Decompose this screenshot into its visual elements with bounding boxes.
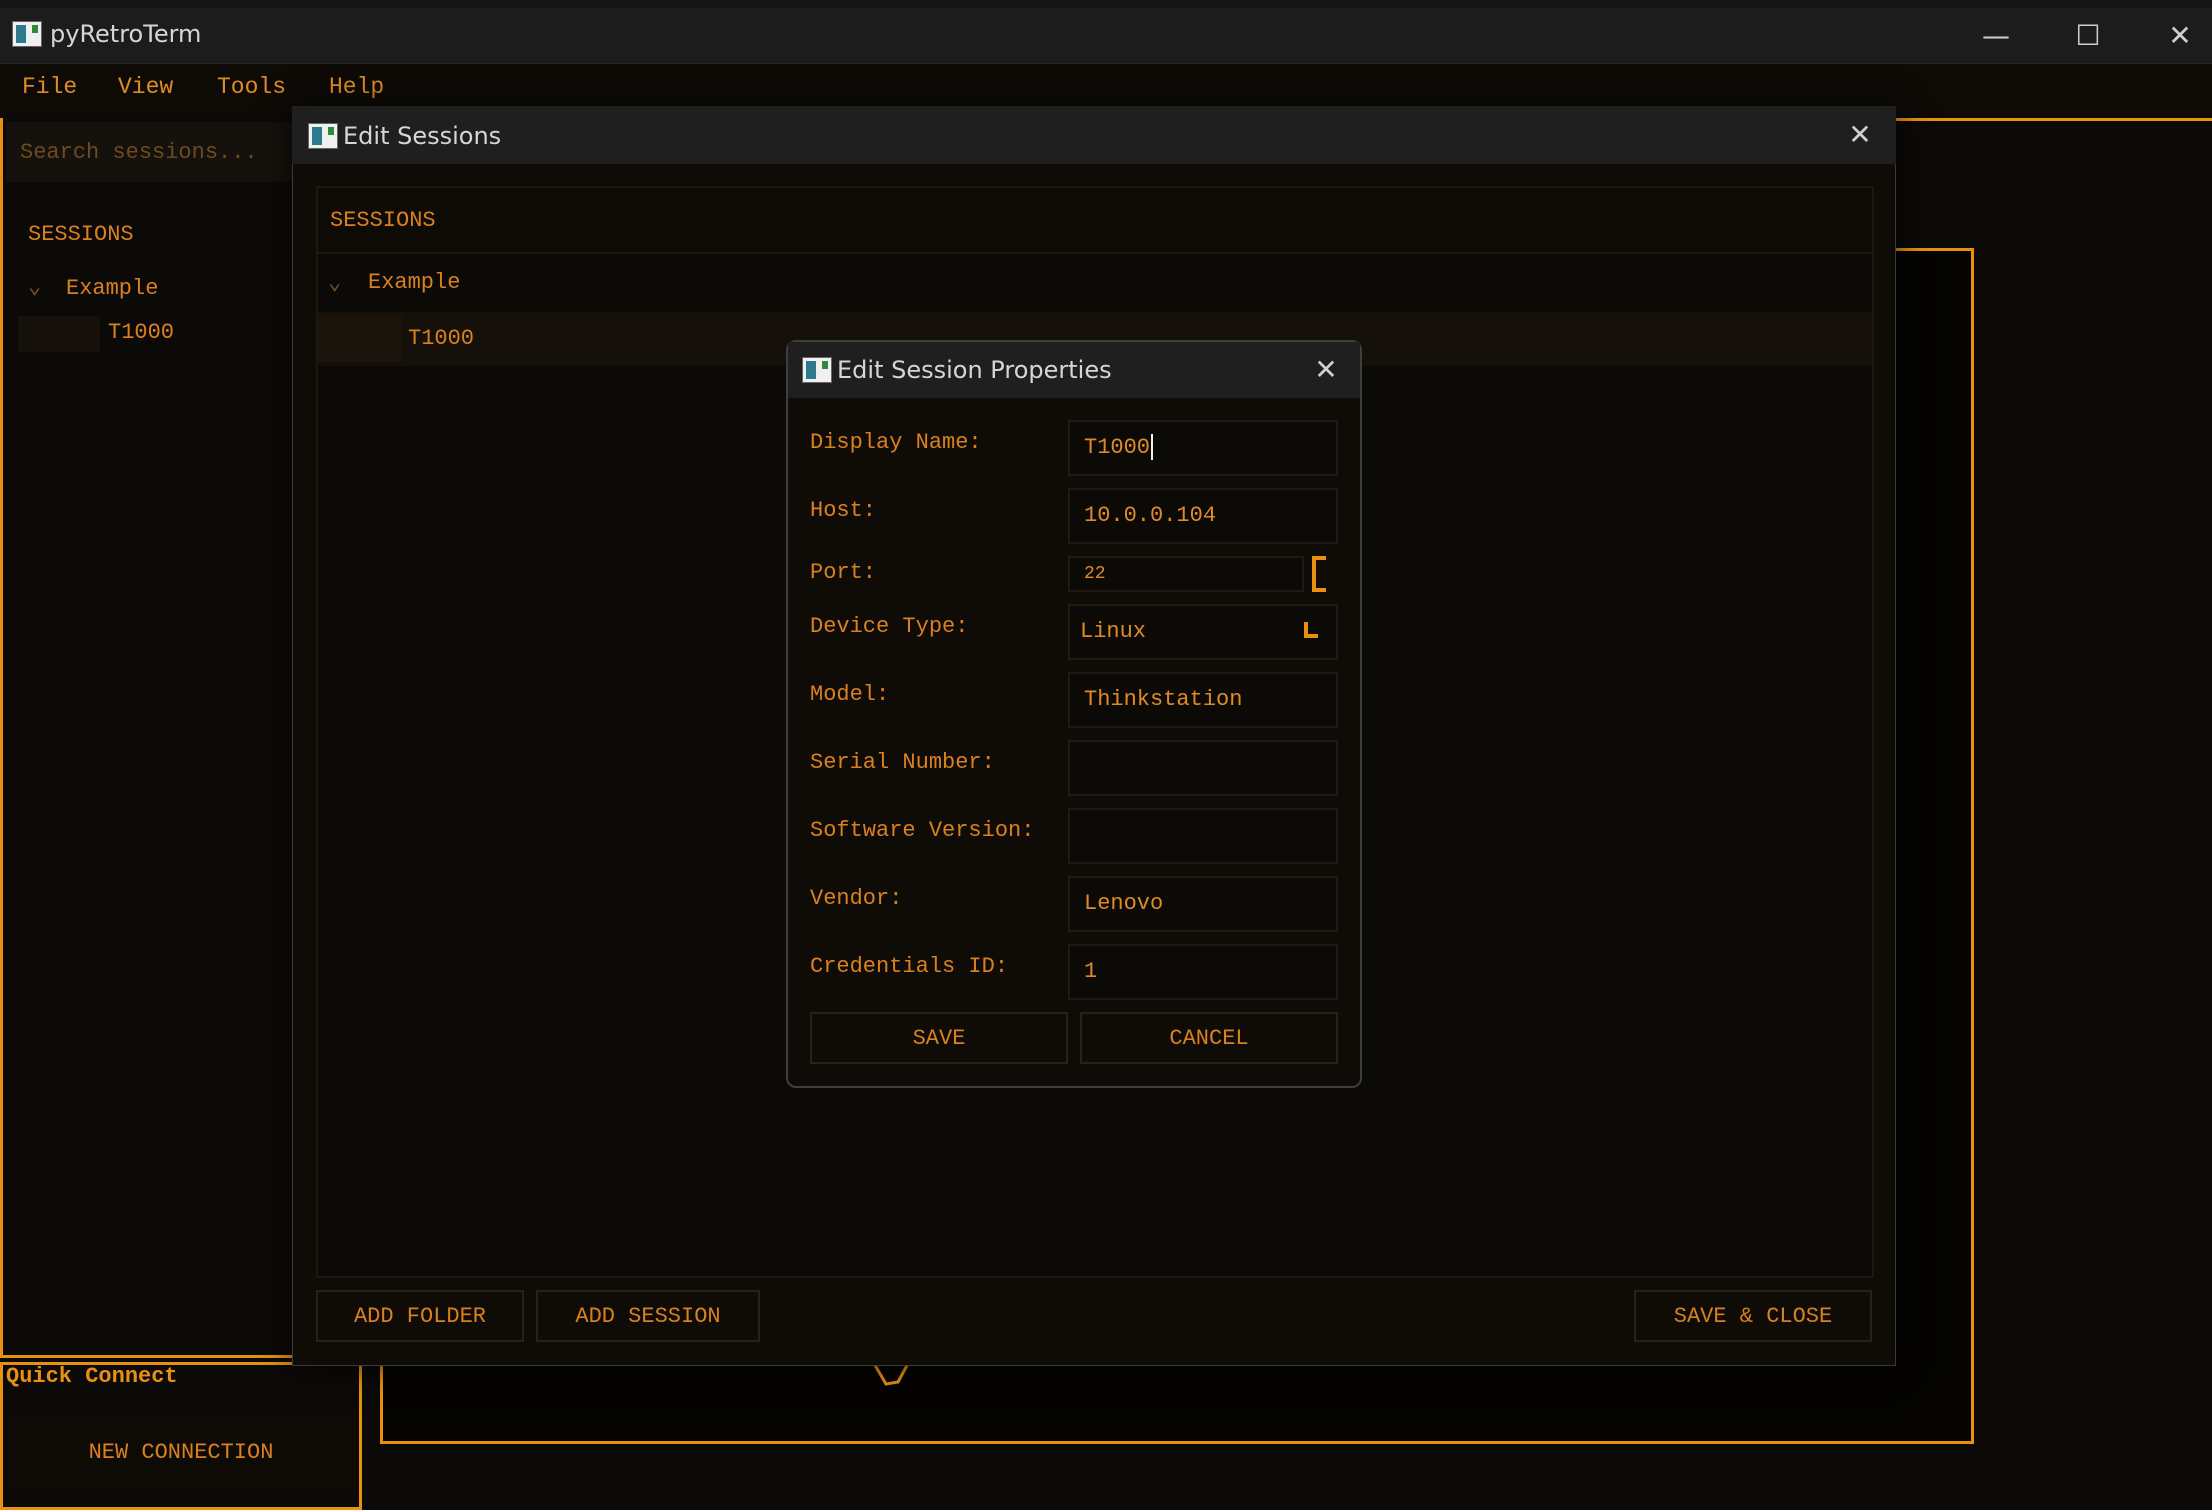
menu-file[interactable]: File — [22, 74, 77, 100]
edit-sessions-title: Edit Sessions — [343, 122, 502, 150]
dialog-app-icon — [802, 357, 832, 383]
window-title: pyRetroTerm — [50, 20, 202, 48]
label-vendor: Vendor: — [810, 886, 903, 911]
label-port: Port: — [810, 560, 877, 585]
new-connection-button[interactable]: NEW CONNECTION — [6, 1410, 356, 1494]
tree-session-t1000[interactable]: T1000 — [408, 326, 474, 351]
sessions-tree-header: SESSIONS — [330, 208, 436, 233]
edit-sessions-titlebar — [292, 106, 1896, 164]
close-icon[interactable]: ✕ — [1830, 106, 1890, 164]
menu-view[interactable]: View — [118, 74, 173, 100]
chevron-down-icon[interactable]: ⌄ — [328, 270, 341, 296]
maximize-icon[interactable]: ☐ — [2058, 8, 2118, 64]
serial-number-field[interactable] — [1068, 740, 1338, 796]
label-serial-number: Serial Number: — [810, 750, 995, 775]
app-icon — [12, 21, 42, 47]
sidebar-folder-example[interactable]: Example — [66, 276, 158, 301]
vendor-field[interactable]: Lenovo — [1068, 876, 1338, 932]
port-spinner-icon[interactable] — [1312, 556, 1326, 592]
display-name-field[interactable]: T1000 — [1068, 420, 1338, 476]
port-field[interactable]: 22 — [1068, 556, 1304, 592]
sidebar-sessions-header: SESSIONS — [28, 222, 134, 247]
tree-row-indent — [318, 316, 402, 362]
sessions-tree-header-row — [318, 188, 1872, 254]
text-cursor — [1151, 434, 1154, 461]
tree-folder-example[interactable]: Example — [368, 270, 460, 295]
add-session-button[interactable]: ADD SESSION — [536, 1290, 760, 1342]
chevron-down-icon[interactable]: ⌄ — [28, 274, 41, 300]
sidebar-session-t1000[interactable]: T1000 — [108, 320, 174, 345]
session-search-input[interactable] — [6, 122, 296, 182]
label-software-version: Software Version: — [810, 818, 1035, 843]
host-field[interactable]: 10.0.0.104 — [1068, 488, 1338, 544]
label-host: Host: — [810, 498, 877, 523]
credentials-id-field[interactable]: 1 — [1068, 944, 1338, 1000]
close-icon[interactable]: ✕ — [1296, 342, 1356, 398]
save-button[interactable]: SAVE — [810, 1012, 1068, 1064]
label-model: Model: — [810, 682, 890, 707]
minimize-icon[interactable]: — — [1966, 8, 2026, 64]
menu-help[interactable]: Help — [329, 74, 384, 100]
session-properties-title: Edit Session Properties — [837, 356, 1112, 384]
session-row-indent — [18, 316, 100, 352]
save-close-button[interactable]: SAVE & CLOSE — [1634, 1290, 1872, 1342]
model-field[interactable]: Thinkstation — [1068, 672, 1338, 728]
label-display-name: Display Name: — [810, 430, 982, 455]
device-type-select[interactable]: Linux — [1068, 604, 1338, 660]
add-folder-button[interactable]: ADD FOLDER — [316, 1290, 524, 1342]
dropdown-arrow-icon — [1304, 622, 1318, 638]
dialog-app-icon — [308, 123, 338, 149]
menu-tools[interactable]: Tools — [217, 74, 286, 100]
cancel-button[interactable]: CANCEL — [1080, 1012, 1338, 1064]
label-credentials-id: Credentials ID: — [810, 954, 1009, 979]
software-version-field[interactable] — [1068, 808, 1338, 864]
window-titlebar — [0, 8, 2212, 64]
top-strip — [0, 0, 2212, 8]
label-device-type: Device Type: — [810, 614, 969, 639]
sidebar-panel — [0, 118, 298, 1358]
display-name-value: T1000 — [1084, 435, 1151, 460]
quick-connect-title: Quick Connect — [6, 1364, 178, 1389]
close-window-icon[interactable]: ✕ — [2150, 8, 2210, 64]
